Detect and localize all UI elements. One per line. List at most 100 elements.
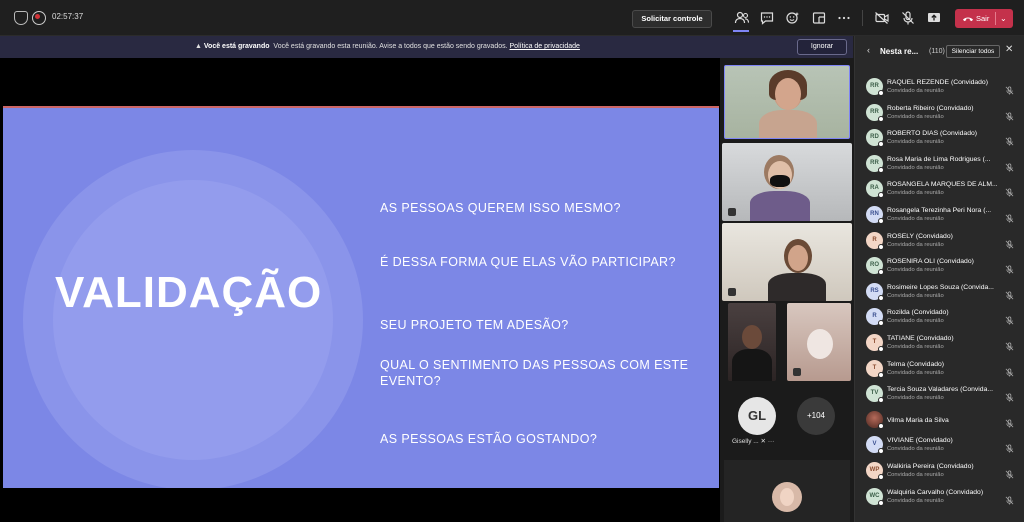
- people-icon[interactable]: [734, 10, 750, 26]
- shield-icon[interactable]: [14, 11, 28, 25]
- participant-row[interactable]: R ROSELY (Convidado) Convidado da reunião: [855, 228, 1024, 254]
- participant-row[interactable]: Vilma Maria da Silva: [855, 407, 1024, 433]
- breakout-rooms-icon[interactable]: [811, 10, 827, 26]
- participant-row[interactable]: TV Tercia Souza Valadares (Convida... Conv…: [855, 381, 1024, 407]
- self-video-tile: [724, 460, 850, 522]
- participant-role: Convidado da reunião: [887, 241, 944, 248]
- mic-off-icon[interactable]: [900, 10, 916, 26]
- participant-role: Convidado da reunião: [887, 190, 944, 197]
- participant-row[interactable]: WP Walkiria Pereira (Convidado) Convidado …: [855, 458, 1024, 484]
- panel-title: Nesta re...: [880, 47, 919, 56]
- participant-name: RAQUEL REZENDE (Convidado): [887, 79, 988, 86]
- participant-row[interactable]: RS Rosimeire Lopes Souza (Convida... Convi…: [855, 279, 1024, 305]
- mic-off-icon[interactable]: [1005, 133, 1014, 146]
- avatar-initials: RD: [870, 134, 879, 141]
- participant-row[interactable]: T TATIANE (Convidado) Convidado da reunião: [855, 330, 1024, 356]
- mic-off-icon[interactable]: [1005, 287, 1014, 300]
- presence-dot: [878, 448, 884, 455]
- participant-face: [742, 325, 762, 349]
- mic-off-icon[interactable]: [1005, 210, 1014, 223]
- mic-off-icon[interactable]: [1005, 312, 1014, 325]
- participant-role: Convidado da reunião: [887, 395, 944, 402]
- privacy-policy-link[interactable]: Política de privacidade: [510, 43, 580, 50]
- presence-dot: [878, 397, 884, 404]
- mic-off-icon[interactable]: [1005, 261, 1014, 274]
- participant-name: Telma (Convidado): [887, 360, 945, 368]
- mic-off-icon[interactable]: [1005, 82, 1014, 95]
- more-options-icon[interactable]: [836, 10, 852, 26]
- participant-face: [775, 78, 801, 110]
- participant-name-text: Giselly ...: [732, 438, 759, 445]
- participant-row[interactable]: R Rozilda (Convidado) Convidado da reunião: [855, 304, 1024, 330]
- participant-row[interactable]: V VIVIANE (Convidado) Convidado da reunião: [855, 432, 1024, 458]
- presence-dot: [878, 217, 884, 224]
- participant-video[interactable]: [787, 303, 851, 381]
- avatar[interactable]: GL: [738, 397, 776, 435]
- chevron-left-icon[interactable]: ‹: [867, 45, 870, 55]
- banner-bold: Você está gravando: [203, 43, 270, 50]
- mic-off-icon[interactable]: [1005, 492, 1014, 505]
- participant-video[interactable]: [722, 223, 852, 301]
- participant-video[interactable]: [728, 303, 776, 381]
- participant-video[interactable]: [724, 65, 850, 139]
- mic-off-icon[interactable]: [1005, 159, 1014, 172]
- participant-row[interactable]: RN Rosangela Terezinha Peri Nora (... Conv…: [855, 202, 1024, 228]
- request-control-button[interactable]: Solicitar controle: [632, 10, 712, 28]
- participant-video[interactable]: [722, 143, 852, 221]
- participant-name: Walquiria Carvalho (Convidado): [887, 488, 984, 496]
- participant-row[interactable]: RA ROSÂNGELA MARQUES DE ALM... Convidado d…: [855, 176, 1024, 202]
- chat-icon[interactable]: [759, 10, 775, 26]
- participants-panel: ‹ Nesta re... (110) Silenciar todos ✕ RR…: [854, 36, 1024, 522]
- avatar: TV: [866, 385, 884, 404]
- mic-off-icon[interactable]: [1005, 364, 1014, 377]
- participant-row[interactable]: RR Rosa Maria de Lima Rodrigues (... Convi…: [855, 151, 1024, 177]
- reactions-icon[interactable]: [785, 10, 801, 26]
- more-participants-button[interactable]: +104: [797, 397, 835, 435]
- self-avatar[interactable]: [772, 482, 802, 512]
- participant-name: Rosa Maria de Lima Rodrigues (...: [887, 155, 991, 163]
- avatar-initials: R: [872, 313, 877, 320]
- mic-off-icon[interactable]: [1005, 108, 1014, 121]
- mic-off-icon[interactable]: [1005, 236, 1014, 249]
- mic-off-icon[interactable]: [1005, 389, 1014, 402]
- participant-list: RR RAQUEL REZENDE (Convidado) Convidado da…: [855, 74, 1024, 509]
- mic-off-icon[interactable]: [1005, 338, 1014, 351]
- slide-question: É DESSA FORMA QUE ELAS VÃO PARTICIPAR?: [380, 255, 676, 269]
- self-face: [780, 488, 794, 506]
- warning-icon: ▲: [195, 43, 202, 50]
- mic-off-icon[interactable]: [1005, 466, 1014, 479]
- mic-off-icon[interactable]: [1005, 440, 1014, 453]
- recording-icon: [32, 11, 46, 25]
- participant-role: Convidado da reunião: [887, 318, 944, 325]
- avatar: RD: [866, 129, 884, 148]
- participant-name: Roberta Ribeiro (Convidado): [887, 104, 974, 112]
- participant-name: TATIANE (Convidado): [887, 334, 954, 342]
- meeting-toolbar: 02:57:37 Solicitar controle Sair ⌄: [0, 0, 1024, 36]
- camera-off-icon[interactable]: [874, 10, 890, 26]
- participant-row[interactable]: RO ROSENIRA OLI (Convidado) Convidado da r…: [855, 253, 1024, 279]
- share-screen-icon[interactable]: [926, 10, 942, 26]
- participant-role: Convidado da reunião: [887, 471, 944, 478]
- participant-row[interactable]: RR Roberta Ribeiro (Convidado) Convidado d…: [855, 100, 1024, 126]
- slide-question: SEU PROJETO TEM ADESÃO?: [380, 318, 569, 332]
- participant-name: Rosimeire Lopes Souza (Convida...: [887, 283, 994, 291]
- presence-dot: [878, 320, 884, 327]
- participant-role: Convidado da reunião: [887, 446, 944, 453]
- ignore-button[interactable]: Ignorar: [797, 39, 847, 55]
- participant-row[interactable]: WC Walquiria Carvalho (Convidado) Convidad…: [855, 484, 1024, 510]
- close-icon[interactable]: ✕: [1005, 44, 1013, 55]
- presence-dot: [878, 371, 884, 378]
- mic-icon: [728, 208, 736, 216]
- mute-all-button[interactable]: Silenciar todos: [946, 45, 1000, 58]
- chevron-down-icon[interactable]: ⌄: [1000, 9, 1007, 28]
- mic-off-icon[interactable]: [1005, 415, 1014, 428]
- mic-off-icon[interactable]: [1005, 184, 1014, 197]
- avatar-initials: RS: [870, 287, 879, 294]
- participant-row[interactable]: RR RAQUEL REZENDE (Convidado) Convidado da…: [855, 74, 1024, 100]
- leave-button[interactable]: Sair ⌄: [955, 9, 1013, 28]
- participant-row[interactable]: T Telma (Convidado) Convidado da reunião: [855, 356, 1024, 382]
- slide-question: AS PESSOAS QUEREM ISSO MESMO?: [380, 201, 621, 215]
- more-options-icon[interactable]: ···: [768, 438, 775, 445]
- participant-row[interactable]: RD ROBERTO DIAS (Convidado) Convidado da r…: [855, 125, 1024, 151]
- panel-header: ‹ Nesta re... (110) Silenciar todos ✕: [855, 36, 1024, 66]
